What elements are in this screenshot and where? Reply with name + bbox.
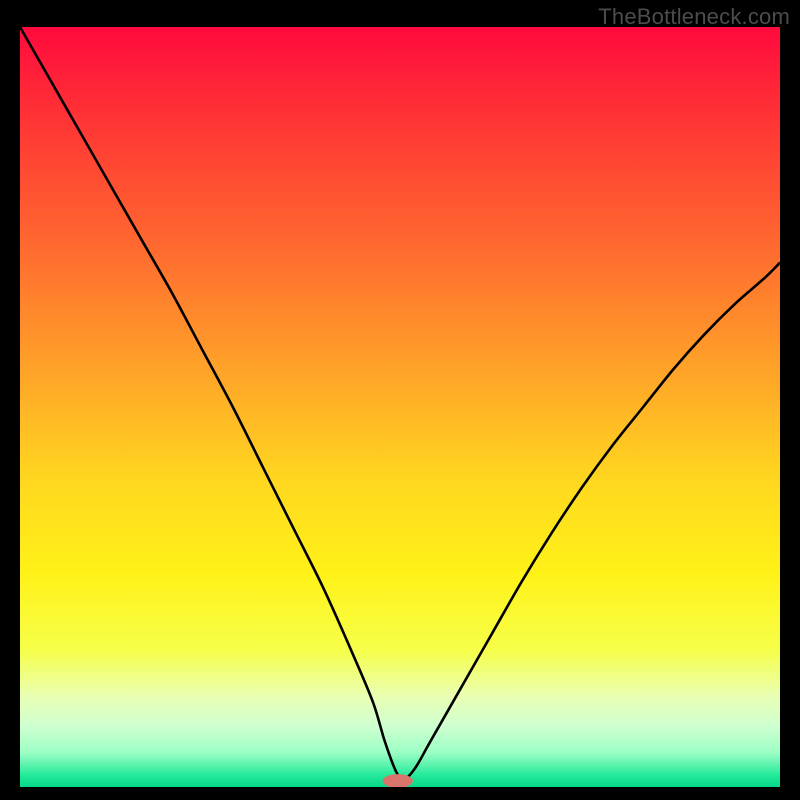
gradient-background [20,27,780,787]
plot-area [20,27,780,787]
chart-frame: TheBottleneck.com [0,0,800,800]
watermark-text: TheBottleneck.com [598,4,790,30]
bottleneck-chart [20,27,780,787]
